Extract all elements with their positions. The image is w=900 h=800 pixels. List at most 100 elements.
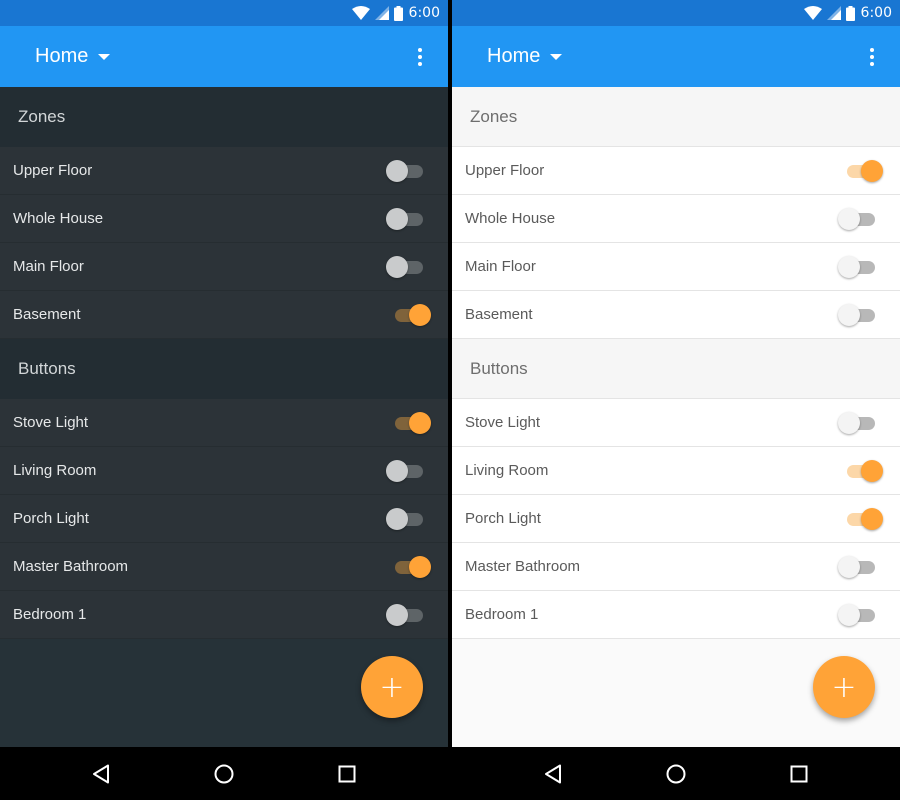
arrow-drop-down-icon xyxy=(550,53,563,60)
switch-thumb xyxy=(861,159,883,182)
switch-thumb xyxy=(386,603,408,626)
battery-icon xyxy=(393,5,403,21)
list-item[interactable]: Bedroom 1 xyxy=(0,591,448,639)
dark-theme-screen: 6:00 Home Zones Upper Floor Whole House … xyxy=(0,0,448,800)
item-label: Master Bathroom xyxy=(13,558,129,575)
list-item[interactable]: Main Floor xyxy=(0,243,448,291)
list-item[interactable]: Whole House xyxy=(0,195,448,243)
list-item[interactable]: Living Room xyxy=(0,447,448,495)
toggle-switch[interactable] xyxy=(386,459,432,483)
item-label: Porch Light xyxy=(465,510,541,527)
status-time: 6:00 xyxy=(860,5,892,21)
item-label: Main Floor xyxy=(465,258,536,275)
item-label: Basement xyxy=(13,306,81,323)
back-icon xyxy=(93,764,110,783)
list-item[interactable]: Upper Floor xyxy=(0,147,448,195)
list-item[interactable]: Master Bathroom xyxy=(0,543,448,591)
toggle-switch[interactable] xyxy=(838,303,884,327)
back-icon xyxy=(545,764,562,783)
recents-button[interactable] xyxy=(779,754,819,794)
item-label: Master Bathroom xyxy=(465,558,581,575)
status-icons xyxy=(803,5,855,21)
overflow-menu-button[interactable] xyxy=(860,45,884,69)
list-item[interactable]: Basement xyxy=(0,291,448,339)
toggle-switch[interactable] xyxy=(386,603,432,627)
list-item[interactable]: Bedroom 1 xyxy=(452,591,900,639)
device-list: Zones Upper Floor Whole House Main Floor… xyxy=(452,87,900,747)
switch-thumb xyxy=(409,411,431,434)
toggle-switch[interactable] xyxy=(838,207,884,231)
item-label: Stove Light xyxy=(13,414,89,431)
toggle-switch[interactable] xyxy=(838,411,884,435)
navigation-bar xyxy=(0,747,448,800)
list-item[interactable]: Whole House xyxy=(452,195,900,243)
navigation-bar xyxy=(452,747,900,800)
toggle-switch[interactable] xyxy=(386,411,432,435)
item-label: Main Floor xyxy=(13,258,84,275)
section-header-buttons: Buttons xyxy=(452,339,900,399)
switch-thumb xyxy=(838,555,860,578)
item-label: Upper Floor xyxy=(13,162,93,179)
status-icons xyxy=(351,5,403,21)
home-button[interactable] xyxy=(204,754,244,794)
switch-thumb xyxy=(838,303,860,326)
switch-thumb xyxy=(838,603,860,626)
app-bar-title: Home xyxy=(35,45,89,67)
home-button[interactable] xyxy=(656,754,696,794)
toggle-switch[interactable] xyxy=(838,459,884,483)
location-dropdown[interactable]: Home xyxy=(487,45,563,68)
toggle-switch[interactable] xyxy=(838,159,884,183)
list-item[interactable]: Stove Light xyxy=(0,399,448,447)
toggle-switch[interactable] xyxy=(838,255,884,279)
toggle-switch[interactable] xyxy=(386,507,432,531)
item-label: Living Room xyxy=(13,462,97,479)
signal-icon xyxy=(374,6,389,20)
toggle-switch[interactable] xyxy=(838,603,884,627)
switch-thumb xyxy=(386,159,408,182)
section-header-zones: Zones xyxy=(452,87,900,147)
item-label: Bedroom 1 xyxy=(465,606,539,623)
app-bar: Home xyxy=(0,26,448,87)
list-item[interactable]: Master Bathroom xyxy=(452,543,900,591)
status-bar: 6:00 xyxy=(452,0,900,26)
toggle-switch[interactable] xyxy=(386,303,432,327)
item-label: Porch Light xyxy=(13,510,89,527)
location-dropdown[interactable]: Home xyxy=(35,45,111,68)
overflow-menu-button[interactable] xyxy=(408,45,432,69)
list-item[interactable]: Porch Light xyxy=(0,495,448,543)
add-button[interactable]: + xyxy=(361,656,423,718)
home-icon xyxy=(666,764,686,783)
toggle-switch[interactable] xyxy=(386,255,432,279)
toggle-switch[interactable] xyxy=(386,555,432,579)
toggle-switch[interactable] xyxy=(386,207,432,231)
switch-thumb xyxy=(838,207,860,230)
home-icon xyxy=(214,764,234,783)
toggle-switch[interactable] xyxy=(838,555,884,579)
list-item[interactable]: Porch Light xyxy=(452,495,900,543)
switch-thumb xyxy=(386,255,408,278)
recents-button[interactable] xyxy=(327,754,367,794)
toggle-switch[interactable] xyxy=(838,507,884,531)
add-button[interactable]: + xyxy=(813,656,875,718)
battery-icon xyxy=(845,5,855,21)
more-vert-icon xyxy=(418,47,422,66)
back-button[interactable] xyxy=(533,754,573,794)
list-item[interactable]: Living Room xyxy=(452,447,900,495)
list-item[interactable]: Upper Floor xyxy=(452,147,900,195)
switch-thumb xyxy=(409,555,431,578)
switch-thumb xyxy=(861,459,883,482)
list-item[interactable]: Stove Light xyxy=(452,399,900,447)
list-item[interactable]: Main Floor xyxy=(452,243,900,291)
wifi-icon xyxy=(351,6,370,20)
device-list: Zones Upper Floor Whole House Main Floor… xyxy=(0,87,448,747)
item-label: Basement xyxy=(465,306,533,323)
recents-icon xyxy=(338,765,356,782)
switch-thumb xyxy=(838,255,860,278)
switch-thumb xyxy=(409,303,431,326)
status-bar: 6:00 xyxy=(0,0,448,26)
list-item[interactable]: Basement xyxy=(452,291,900,339)
status-time: 6:00 xyxy=(408,5,440,21)
back-button[interactable] xyxy=(81,754,121,794)
item-label: Whole House xyxy=(465,210,556,227)
toggle-switch[interactable] xyxy=(386,159,432,183)
